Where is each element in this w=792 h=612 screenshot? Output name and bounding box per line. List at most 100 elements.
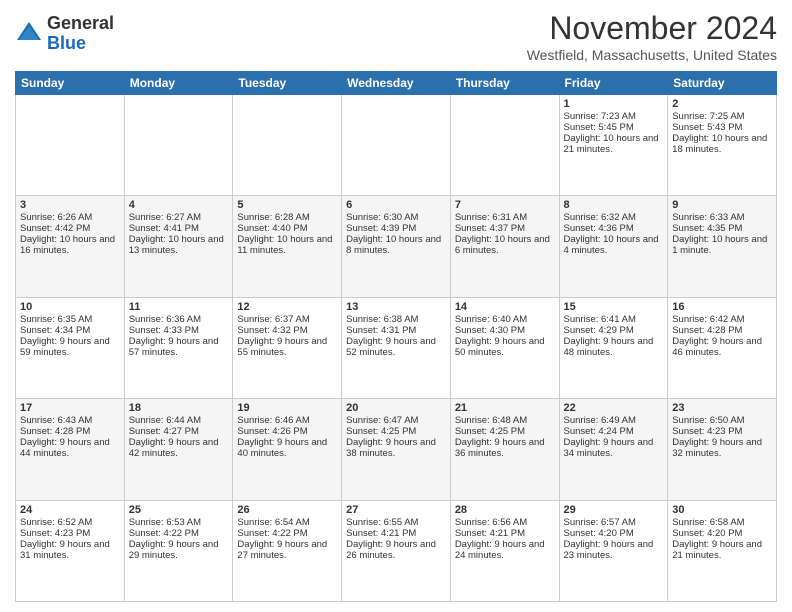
day-info: Sunrise: 6:33 AM bbox=[672, 212, 772, 223]
day-info: Sunset: 4:39 PM bbox=[346, 223, 446, 234]
table-row: 25Sunrise: 6:53 AMSunset: 4:22 PMDayligh… bbox=[124, 500, 233, 601]
table-row: 9Sunrise: 6:33 AMSunset: 4:35 PMDaylight… bbox=[668, 196, 777, 297]
day-number: 18 bbox=[129, 402, 229, 414]
day-number: 8 bbox=[564, 199, 664, 211]
day-number: 21 bbox=[455, 402, 555, 414]
day-info: Sunrise: 6:58 AM bbox=[672, 517, 772, 528]
logo-general-text: General bbox=[47, 13, 114, 33]
day-info: Sunset: 4:25 PM bbox=[455, 426, 555, 437]
day-info: Daylight: 9 hours and 44 minutes. bbox=[20, 437, 120, 459]
table-row: 29Sunrise: 6:57 AMSunset: 4:20 PMDayligh… bbox=[559, 500, 668, 601]
day-info: Sunrise: 6:48 AM bbox=[455, 415, 555, 426]
header-thursday: Thursday bbox=[450, 72, 559, 95]
logo-blue-text: Blue bbox=[47, 33, 86, 53]
day-info: Sunset: 4:22 PM bbox=[129, 528, 229, 539]
day-info: Daylight: 9 hours and 38 minutes. bbox=[346, 437, 446, 459]
table-row: 8Sunrise: 6:32 AMSunset: 4:36 PMDaylight… bbox=[559, 196, 668, 297]
day-info: Daylight: 9 hours and 24 minutes. bbox=[455, 539, 555, 561]
table-row: 2Sunrise: 7:25 AMSunset: 5:43 PMDaylight… bbox=[668, 95, 777, 196]
day-info: Sunrise: 6:57 AM bbox=[564, 517, 664, 528]
day-info: Sunrise: 6:26 AM bbox=[20, 212, 120, 223]
day-info: Daylight: 9 hours and 36 minutes. bbox=[455, 437, 555, 459]
day-info: Sunrise: 6:54 AM bbox=[237, 517, 337, 528]
day-info: Daylight: 10 hours and 8 minutes. bbox=[346, 234, 446, 256]
day-info: Daylight: 9 hours and 57 minutes. bbox=[129, 336, 229, 358]
day-number: 20 bbox=[346, 402, 446, 414]
day-number: 3 bbox=[20, 199, 120, 211]
table-row: 12Sunrise: 6:37 AMSunset: 4:32 PMDayligh… bbox=[233, 297, 342, 398]
day-info: Sunset: 4:40 PM bbox=[237, 223, 337, 234]
day-info: Sunrise: 6:32 AM bbox=[564, 212, 664, 223]
day-number: 12 bbox=[237, 301, 337, 313]
day-number: 30 bbox=[672, 504, 772, 516]
day-info: Sunrise: 6:37 AM bbox=[237, 314, 337, 325]
table-row: 20Sunrise: 6:47 AMSunset: 4:25 PMDayligh… bbox=[342, 399, 451, 500]
calendar-week-row: 17Sunrise: 6:43 AMSunset: 4:28 PMDayligh… bbox=[16, 399, 777, 500]
day-info: Sunrise: 6:35 AM bbox=[20, 314, 120, 325]
day-number: 10 bbox=[20, 301, 120, 313]
day-info: Sunrise: 7:25 AM bbox=[672, 111, 772, 122]
day-info: Daylight: 9 hours and 23 minutes. bbox=[564, 539, 664, 561]
day-info: Daylight: 9 hours and 26 minutes. bbox=[346, 539, 446, 561]
table-row: 16Sunrise: 6:42 AMSunset: 4:28 PMDayligh… bbox=[668, 297, 777, 398]
table-row: 21Sunrise: 6:48 AMSunset: 4:25 PMDayligh… bbox=[450, 399, 559, 500]
day-info: Daylight: 10 hours and 4 minutes. bbox=[564, 234, 664, 256]
day-number: 24 bbox=[20, 504, 120, 516]
calendar-week-row: 1Sunrise: 7:23 AMSunset: 5:45 PMDaylight… bbox=[16, 95, 777, 196]
table-row: 28Sunrise: 6:56 AMSunset: 4:21 PMDayligh… bbox=[450, 500, 559, 601]
table-row: 4Sunrise: 6:27 AMSunset: 4:41 PMDaylight… bbox=[124, 196, 233, 297]
table-row: 27Sunrise: 6:55 AMSunset: 4:21 PMDayligh… bbox=[342, 500, 451, 601]
table-row: 5Sunrise: 6:28 AMSunset: 4:40 PMDaylight… bbox=[233, 196, 342, 297]
day-info: Sunrise: 6:52 AM bbox=[20, 517, 120, 528]
day-info: Daylight: 9 hours and 46 minutes. bbox=[672, 336, 772, 358]
table-row: 24Sunrise: 6:52 AMSunset: 4:23 PMDayligh… bbox=[16, 500, 125, 601]
day-info: Daylight: 9 hours and 21 minutes. bbox=[672, 539, 772, 561]
table-row: 13Sunrise: 6:38 AMSunset: 4:31 PMDayligh… bbox=[342, 297, 451, 398]
day-info: Sunset: 4:36 PM bbox=[564, 223, 664, 234]
day-info: Sunrise: 6:49 AM bbox=[564, 415, 664, 426]
day-info: Sunrise: 6:55 AM bbox=[346, 517, 446, 528]
table-row bbox=[450, 95, 559, 196]
calendar-table: Sunday Monday Tuesday Wednesday Thursday… bbox=[15, 71, 777, 602]
table-row: 10Sunrise: 6:35 AMSunset: 4:34 PMDayligh… bbox=[16, 297, 125, 398]
day-number: 28 bbox=[455, 504, 555, 516]
day-info: Sunrise: 6:27 AM bbox=[129, 212, 229, 223]
day-info: Sunrise: 6:40 AM bbox=[455, 314, 555, 325]
day-info: Sunset: 4:37 PM bbox=[455, 223, 555, 234]
day-info: Sunrise: 6:38 AM bbox=[346, 314, 446, 325]
day-info: Sunset: 4:31 PM bbox=[346, 325, 446, 336]
day-number: 13 bbox=[346, 301, 446, 313]
day-info: Sunset: 4:27 PM bbox=[129, 426, 229, 437]
day-info: Daylight: 10 hours and 6 minutes. bbox=[455, 234, 555, 256]
day-number: 15 bbox=[564, 301, 664, 313]
header-monday: Monday bbox=[124, 72, 233, 95]
day-info: Sunrise: 6:50 AM bbox=[672, 415, 772, 426]
table-row: 15Sunrise: 6:41 AMSunset: 4:29 PMDayligh… bbox=[559, 297, 668, 398]
table-row: 18Sunrise: 6:44 AMSunset: 4:27 PMDayligh… bbox=[124, 399, 233, 500]
day-number: 17 bbox=[20, 402, 120, 414]
day-info: Daylight: 10 hours and 16 minutes. bbox=[20, 234, 120, 256]
calendar-week-row: 24Sunrise: 6:52 AMSunset: 4:23 PMDayligh… bbox=[16, 500, 777, 601]
day-info: Sunset: 4:28 PM bbox=[20, 426, 120, 437]
day-number: 23 bbox=[672, 402, 772, 414]
day-info: Daylight: 9 hours and 32 minutes. bbox=[672, 437, 772, 459]
day-info: Daylight: 9 hours and 42 minutes. bbox=[129, 437, 229, 459]
day-info: Daylight: 10 hours and 11 minutes. bbox=[237, 234, 337, 256]
day-number: 1 bbox=[564, 98, 664, 110]
day-number: 11 bbox=[129, 301, 229, 313]
calendar-week-row: 10Sunrise: 6:35 AMSunset: 4:34 PMDayligh… bbox=[16, 297, 777, 398]
day-number: 16 bbox=[672, 301, 772, 313]
table-row bbox=[124, 95, 233, 196]
table-row: 7Sunrise: 6:31 AMSunset: 4:37 PMDaylight… bbox=[450, 196, 559, 297]
day-info: Sunrise: 6:46 AM bbox=[237, 415, 337, 426]
day-info: Sunset: 4:28 PM bbox=[672, 325, 772, 336]
day-info: Sunset: 4:23 PM bbox=[672, 426, 772, 437]
table-row: 14Sunrise: 6:40 AMSunset: 4:30 PMDayligh… bbox=[450, 297, 559, 398]
day-number: 9 bbox=[672, 199, 772, 211]
day-info: Daylight: 9 hours and 40 minutes. bbox=[237, 437, 337, 459]
day-info: Daylight: 9 hours and 29 minutes. bbox=[129, 539, 229, 561]
day-info: Sunrise: 7:23 AM bbox=[564, 111, 664, 122]
day-info: Sunset: 4:29 PM bbox=[564, 325, 664, 336]
table-row bbox=[342, 95, 451, 196]
day-number: 4 bbox=[129, 199, 229, 211]
